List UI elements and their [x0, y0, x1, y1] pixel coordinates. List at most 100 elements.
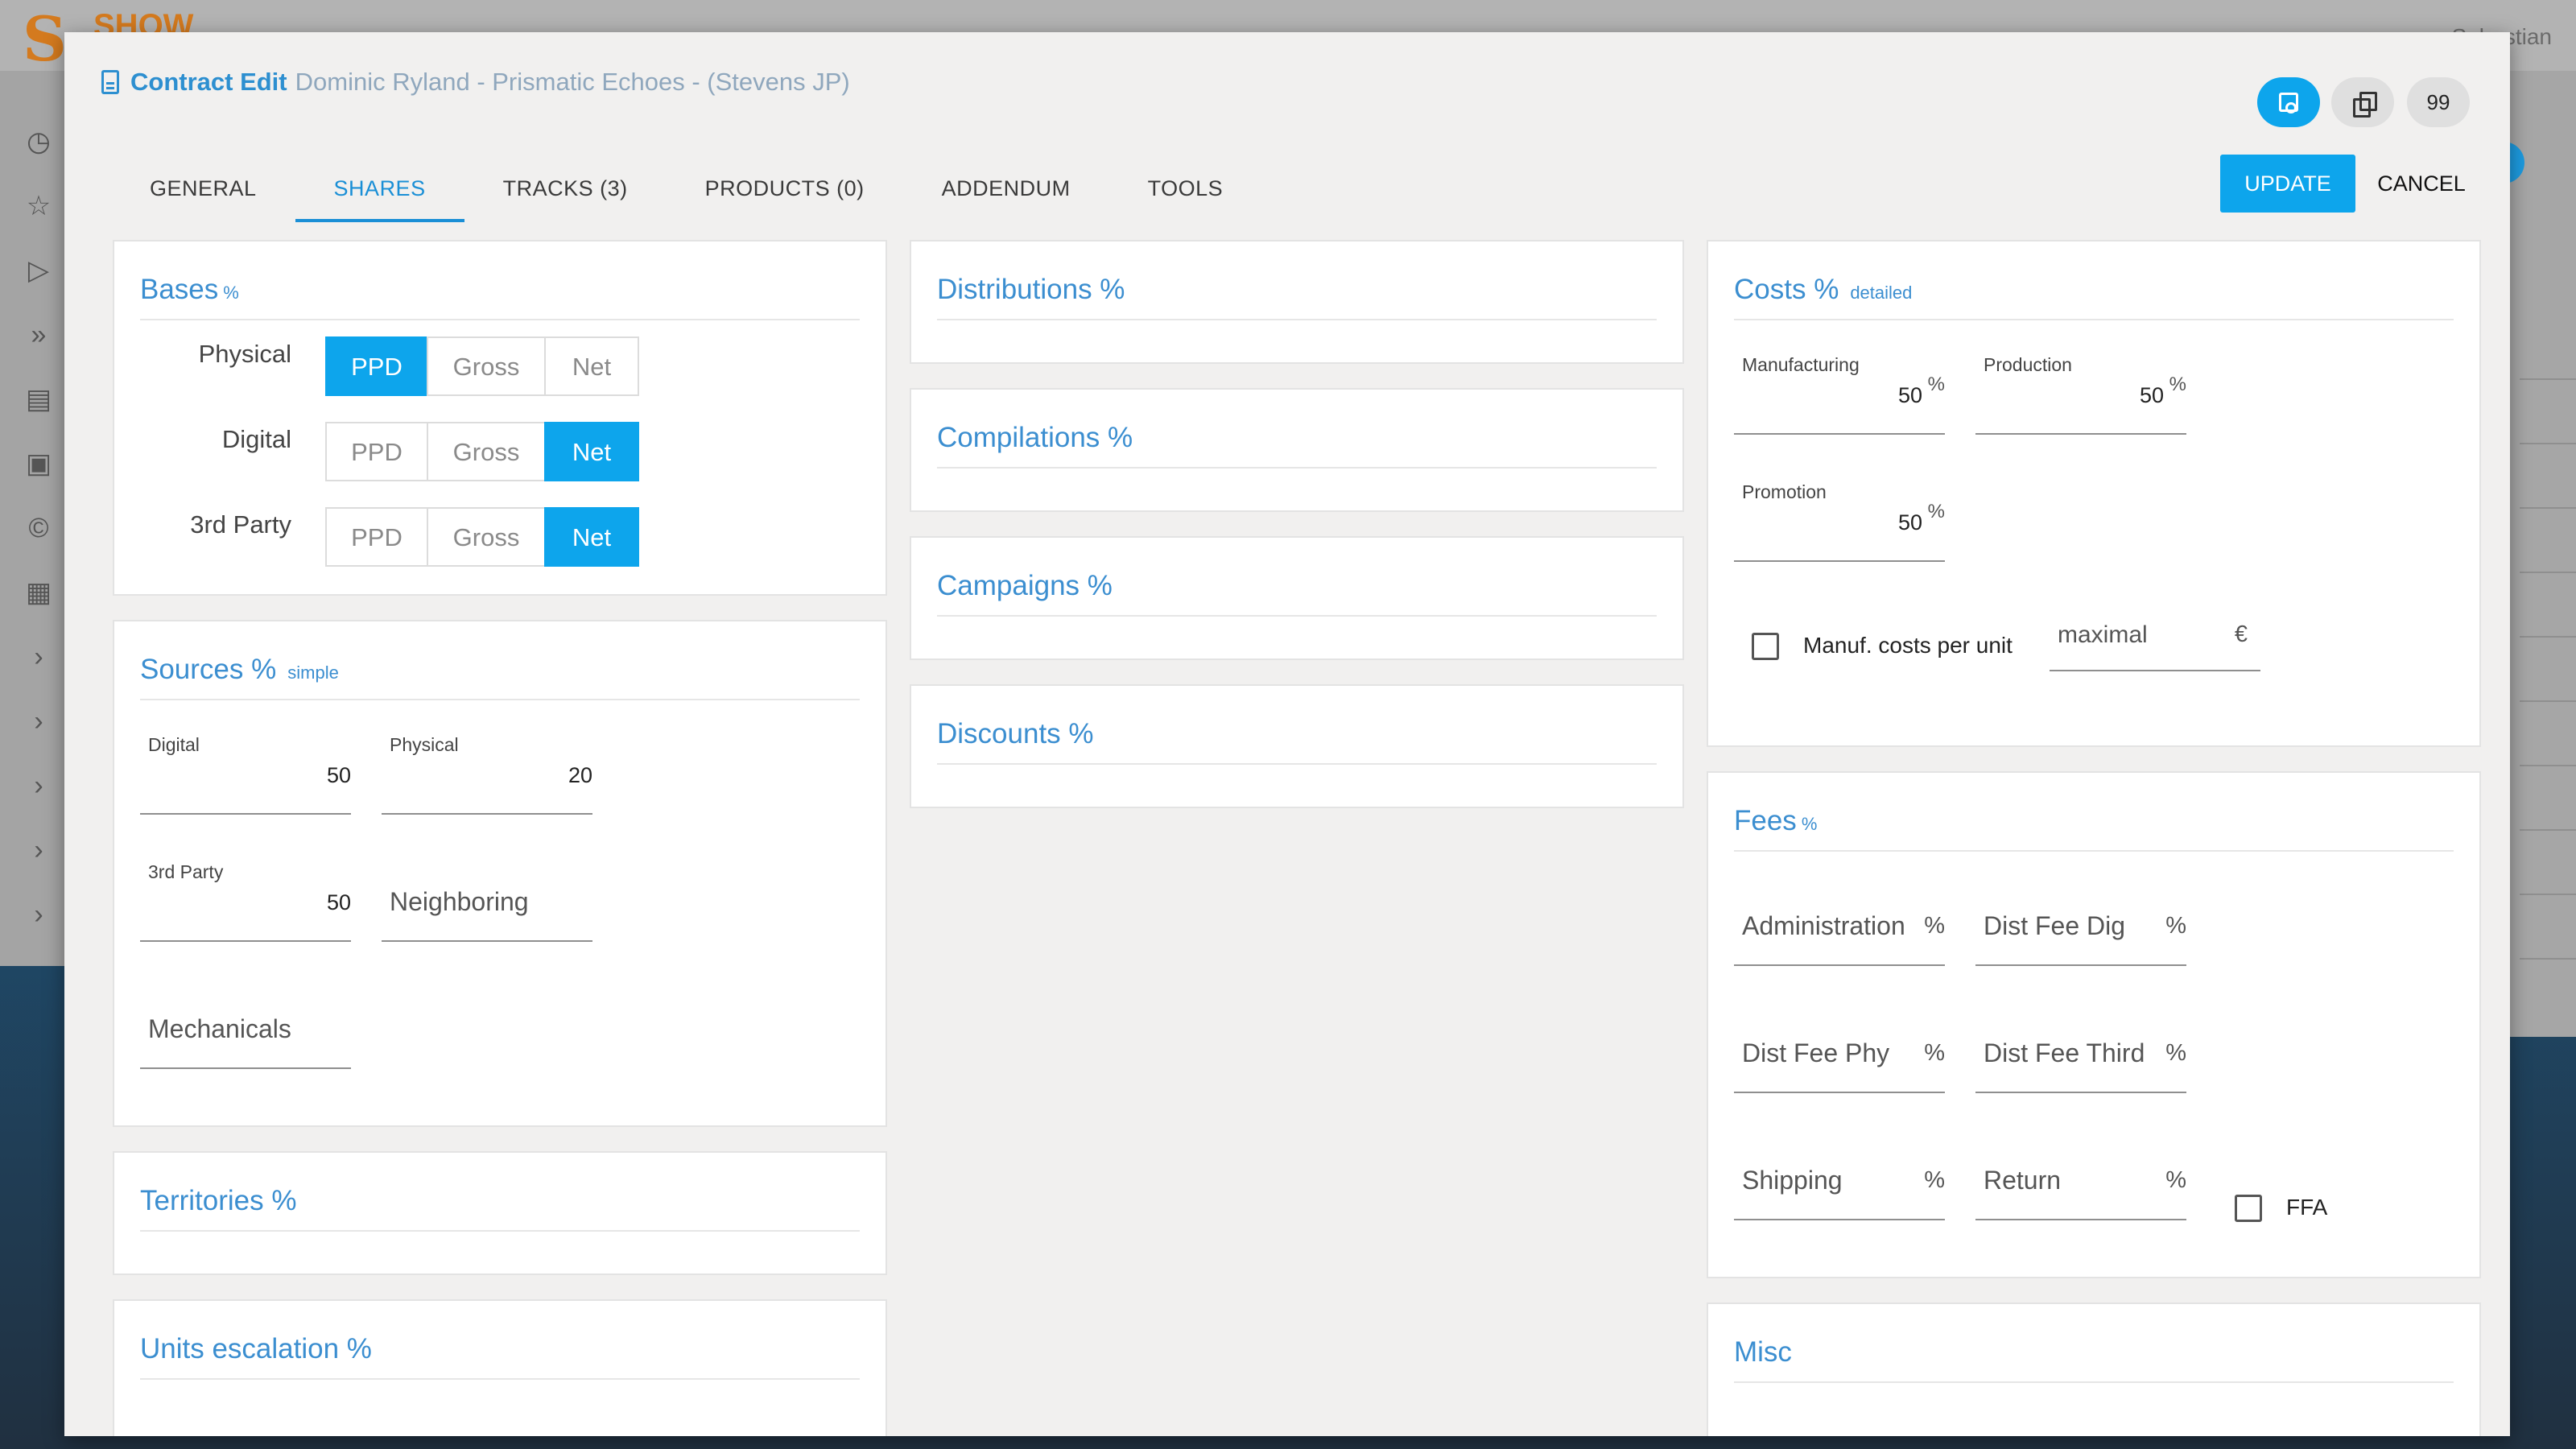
discounts-card: Discounts %	[910, 684, 1684, 808]
cancel-button[interactable]: CANCEL	[2365, 155, 2478, 213]
source-digital-field[interactable]: Digital 50	[140, 718, 351, 815]
divider	[1734, 1381, 2454, 1383]
field-value: 20	[568, 763, 592, 787]
percent-suffix: %	[2165, 1167, 2186, 1193]
compilations-title[interactable]: Compilations %	[937, 422, 1133, 454]
option-net[interactable]: Net	[544, 422, 639, 481]
discounts-title[interactable]: Discounts %	[937, 718, 1094, 750]
divider	[937, 615, 1657, 617]
field-placeholder: Mechanicals	[148, 1014, 291, 1043]
save-button[interactable]	[2257, 77, 2320, 127]
percent-suffix: %	[2165, 913, 2186, 939]
option-net[interactable]: Net	[544, 507, 639, 567]
source-third-party-field[interactable]: 3rd Party 50	[140, 845, 351, 942]
costs-mode-link[interactable]: detailed	[1850, 283, 1912, 303]
field-placeholder: Administration	[1742, 911, 1905, 940]
fee-administration-field[interactable]: Administration %	[1734, 869, 1945, 966]
tab-addendum[interactable]: ADDENDUM	[903, 161, 1109, 222]
chevron-right-icon[interactable]: ›	[23, 705, 55, 737]
fee-shipping-field[interactable]: Shipping %	[1734, 1124, 1945, 1220]
source-neighboring-field[interactable]: Neighboring	[382, 845, 592, 942]
distributions-title[interactable]: Distributions %	[937, 274, 1125, 306]
play-icon[interactable]: ▷	[23, 254, 55, 287]
row-divider	[2520, 958, 2576, 960]
field-placeholder: Dist Fee Phy	[1742, 1038, 1890, 1067]
bases-title-text: Bases	[140, 274, 219, 305]
maximal-field[interactable]: maximal €	[2050, 575, 2260, 671]
option-ppd[interactable]: PPD	[325, 507, 428, 567]
cost-manufacturing-field[interactable]: Manufacturing 50 %	[1734, 338, 1945, 435]
field-placeholder: maximal	[2058, 621, 2148, 648]
option-ppd[interactable]: PPD	[325, 422, 428, 481]
percent-suffix: %	[2169, 374, 2186, 395]
field-value: 50	[326, 890, 351, 914]
tab-tracks[interactable]: TRACKS (3)	[464, 161, 667, 222]
field-label: Digital	[148, 734, 200, 755]
tab-tools[interactable]: TOOLS	[1109, 161, 1262, 222]
sources-mode-link[interactable]: simple	[287, 663, 339, 683]
ffa-checkbox[interactable]	[2235, 1195, 2262, 1222]
cost-production-field[interactable]: Production 50 %	[1975, 338, 2186, 435]
fee-return-field[interactable]: Return %	[1975, 1124, 2186, 1220]
manuf-per-unit-checkbox[interactable]	[1752, 633, 1779, 660]
costs-title: Costs % detailed	[1734, 274, 1912, 306]
territories-title[interactable]: Territories %	[140, 1185, 296, 1217]
manuf-per-unit-label: Manuf. costs per unit	[1803, 633, 2013, 658]
misc-card: Misc	[1707, 1302, 2481, 1436]
sources-title: Sources % simple	[140, 654, 339, 686]
tab-shares[interactable]: SHARES	[295, 161, 464, 222]
cost-promotion-field[interactable]: Promotion 50 %	[1734, 465, 1945, 562]
fee-dist-dig-field[interactable]: Dist Fee Dig %	[1975, 869, 2186, 966]
chevron-right-icon[interactable]: ›	[23, 834, 55, 866]
chevron-right-icon[interactable]: ›	[23, 770, 55, 802]
option-gross[interactable]: Gross	[427, 336, 546, 396]
star-icon[interactable]: ☆	[23, 190, 55, 222]
campaigns-title[interactable]: Campaigns %	[937, 570, 1113, 602]
source-physical-field[interactable]: Physical 20	[382, 718, 592, 815]
option-gross[interactable]: Gross	[427, 507, 546, 567]
divider	[1734, 850, 2454, 852]
chevron-right-icon[interactable]: ›	[23, 641, 55, 673]
tab-products[interactable]: PRODUCTS (0)	[667, 161, 903, 222]
contract-icon[interactable]: ▤	[23, 383, 55, 415]
units-escalation-title[interactable]: Units escalation %	[140, 1333, 372, 1365]
tab-general[interactable]: GENERAL	[119, 161, 295, 222]
app-sidebar: ◷ ☆ ▷ » ▤ ▣ © ▦ › › › › ›	[0, 71, 64, 966]
row-divider	[2520, 894, 2576, 895]
bases-title: Bases %	[140, 274, 239, 306]
divider	[937, 467, 1657, 469]
percent-toggle-icon[interactable]: %	[1802, 814, 1818, 835]
copyright-icon[interactable]: ©	[23, 512, 55, 544]
count-badge[interactable]: 99	[2407, 77, 2470, 127]
option-net[interactable]: Net	[544, 336, 639, 396]
bases-physical-toggle: PPD Gross Net	[325, 336, 639, 396]
fee-dist-phy-field[interactable]: Dist Fee Phy %	[1734, 997, 1945, 1093]
dialog-subtitle: Dominic Ryland - Prismatic Echoes - (Ste…	[295, 68, 850, 96]
duplicate-button[interactable]	[2331, 77, 2394, 127]
contacts-icon[interactable]: ▣	[23, 448, 55, 480]
logo-mark: S	[23, 3, 67, 75]
document-icon[interactable]: ▦	[23, 576, 55, 609]
divider	[937, 319, 1657, 320]
bases-digital-toggle: PPD Gross Net	[325, 422, 639, 481]
row-divider	[2520, 765, 2576, 766]
app-content-edge	[2510, 71, 2576, 1037]
option-ppd[interactable]: PPD	[325, 336, 428, 396]
percent-suffix: %	[2165, 1040, 2186, 1066]
fast-forward-icon[interactable]: »	[23, 319, 55, 351]
field-value: 50	[326, 763, 351, 787]
units-escalation-card: Units escalation %	[113, 1299, 887, 1436]
percent-suffix: %	[1924, 1040, 1945, 1066]
misc-title[interactable]: Misc	[1734, 1336, 1792, 1368]
percent-suffix: %	[1924, 913, 1945, 939]
option-gross[interactable]: Gross	[427, 422, 546, 481]
field-value: 50	[1897, 510, 1922, 535]
fee-dist-third-field[interactable]: Dist Fee Third %	[1975, 997, 2186, 1093]
dashboard-icon[interactable]: ◷	[23, 126, 55, 158]
chevron-right-icon[interactable]: ›	[23, 898, 55, 931]
field-placeholder: Neighboring	[390, 887, 529, 916]
source-mechanicals-field[interactable]: Mechanicals	[140, 972, 351, 1069]
percent-toggle-icon[interactable]: %	[223, 283, 239, 303]
bases-card: Bases % Physical PPD Gross Net Digital P…	[113, 240, 887, 596]
update-button[interactable]: UPDATE	[2220, 155, 2355, 213]
